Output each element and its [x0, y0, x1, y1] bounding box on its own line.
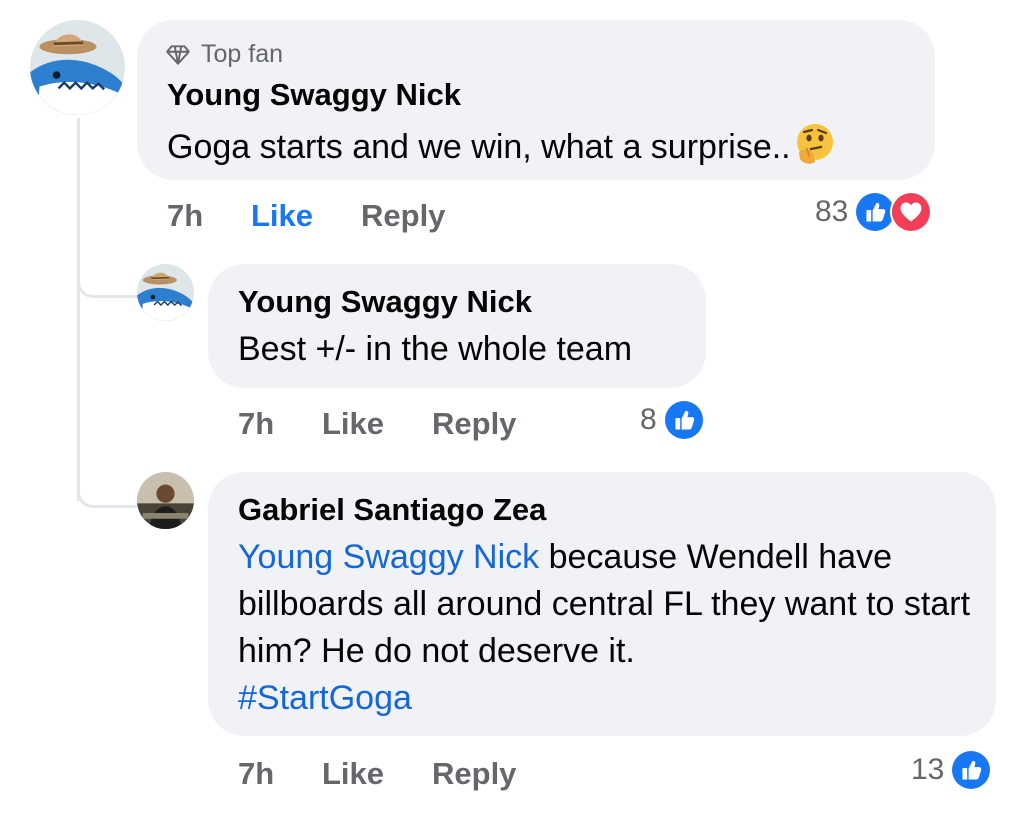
reaction-count: 13: [911, 753, 945, 786]
reaction-summary[interactable]: 8: [640, 399, 705, 441]
avatar[interactable]: [30, 20, 125, 115]
avatar[interactable]: [137, 264, 194, 321]
love-reaction-icon: [890, 191, 933, 233]
comment-text: Young Swaggy Nick because Wendell have bi…: [238, 538, 971, 717]
badge-label: Top fan: [201, 40, 284, 68]
like-reaction-icon: [950, 749, 993, 791]
like-reaction-icon: [662, 399, 705, 441]
reply-button[interactable]: Reply: [432, 406, 516, 442]
diamond-icon: [166, 44, 190, 65]
like-button[interactable]: Like: [251, 198, 313, 234]
reaction-summary[interactable]: 83: [815, 191, 933, 233]
hashtag-link[interactable]: #StartGoga: [238, 679, 412, 717]
thread-connector: [77, 276, 137, 298]
comment-time[interactable]: 7h: [167, 198, 203, 234]
comment-author[interactable]: Young Swaggy Nick: [238, 284, 532, 320]
comment-author[interactable]: Gabriel Santiago Zea: [238, 492, 546, 528]
thread-line: [77, 118, 80, 501]
reply-button[interactable]: Reply: [361, 198, 445, 234]
avatar[interactable]: [137, 472, 194, 529]
comment-author[interactable]: Young Swaggy Nick: [167, 77, 461, 113]
top-fan-badge: Top fan: [165, 40, 283, 69]
reaction-count: 8: [640, 403, 657, 436]
comment-time[interactable]: 7h: [238, 756, 274, 792]
like-button[interactable]: Like: [322, 756, 384, 792]
comment-text: Best +/- in the whole team: [238, 330, 633, 368]
reply-button[interactable]: Reply: [432, 756, 516, 792]
thinking-face-icon: [796, 124, 833, 164]
reaction-count: 83: [815, 195, 849, 228]
mention-link[interactable]: Young Swaggy Nick: [238, 538, 539, 576]
comment-bubble: [208, 264, 706, 388]
comment-text: Goga starts and we win, what a surprise.…: [167, 122, 837, 167]
thread-connector: [77, 486, 137, 508]
comment-time[interactable]: 7h: [238, 406, 274, 442]
like-button[interactable]: Like: [322, 406, 384, 442]
reaction-summary[interactable]: 13: [911, 749, 993, 791]
